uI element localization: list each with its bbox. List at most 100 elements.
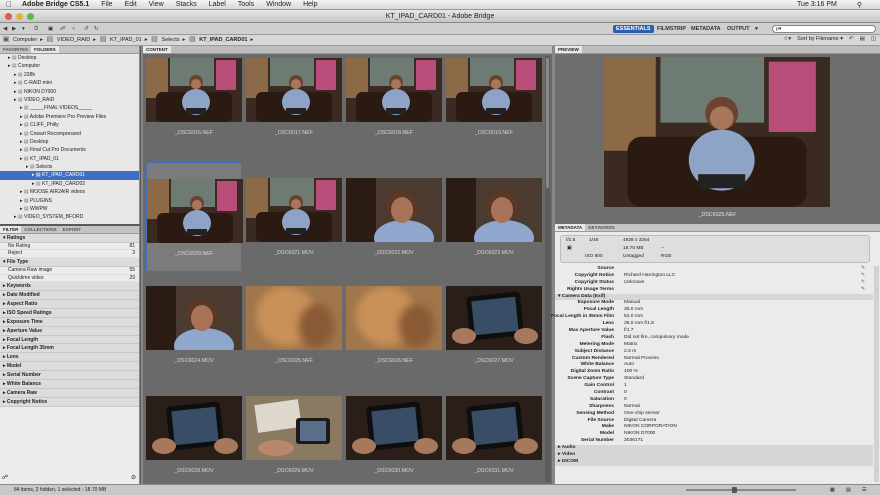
- metadata-section[interactable]: ▸ Video: [555, 452, 873, 459]
- thumbnail-image[interactable]: [246, 396, 342, 460]
- filter-item[interactable]: Camera Raw image 55: [0, 266, 139, 275]
- tab-folders[interactable]: FOLDERS: [31, 46, 59, 53]
- thumbnail-image[interactable]: [146, 286, 242, 350]
- open-in-camera-raw-icon[interactable]: ○: [72, 25, 75, 33]
- thumbnail[interactable]: _DSC6024.MOV: [146, 286, 242, 364]
- thumbnail[interactable]: _DSC6029.MOV: [246, 396, 342, 474]
- tab-keywords[interactable]: KEYWORDS: [585, 224, 618, 231]
- folder-item[interactable]: ▸ ▤ KT_IPAD_CARD02: [0, 180, 139, 188]
- filter-section[interactable]: ▸ Camera Raw: [0, 388, 139, 398]
- edit-pencil-icon[interactable]: ✎: [861, 280, 865, 287]
- refine-icon[interactable]: ☍: [60, 25, 66, 33]
- tab-metadata[interactable]: METADATA: [555, 224, 586, 231]
- thumbnail-image[interactable]: [246, 178, 342, 242]
- thumbnail[interactable]: _DSC6018.NEF: [346, 58, 442, 136]
- minimize-window-button[interactable]: [16, 13, 23, 20]
- search-input[interactable]: ρ▾: [772, 25, 876, 33]
- menu-edit[interactable]: Edit: [125, 1, 137, 8]
- breadcrumb-selects[interactable]: Selects: [161, 37, 179, 43]
- folder-item[interactable]: ▸ ▤ NIKON D7000: [0, 88, 139, 96]
- edit-pencil-icon[interactable]: ✎: [861, 266, 865, 273]
- menu-stacks[interactable]: Stacks: [176, 1, 197, 8]
- clock[interactable]: Tue 3:16 PM: [797, 1, 837, 9]
- filter-section[interactable]: ▸ Copyright Notice: [0, 397, 139, 407]
- thumbnail-image[interactable]: [146, 396, 242, 460]
- thumbnail-image[interactable]: [446, 58, 542, 122]
- forward-icon[interactable]: ▶: [12, 25, 16, 33]
- thumbnail-image[interactable]: [346, 178, 442, 242]
- thumbnail[interactable]: _DSC6031.MOV: [446, 396, 542, 474]
- apple-menu-icon[interactable]: : [6, 0, 12, 9]
- metadata-value[interactable]: Richard Harrington LLC: [624, 273, 675, 280]
- thumbnail[interactable]: _DSC6019.NEF: [446, 58, 542, 136]
- folder-item[interactable]: ▸ ▤ CLIFF_Philly: [0, 121, 139, 129]
- thumbnail[interactable]: _DSC6020.NEF: [146, 162, 243, 272]
- tab-collections[interactable]: COLLECTIONS: [21, 226, 59, 233]
- tab-preview[interactable]: PREVIEW: [555, 46, 582, 53]
- folder-up-icon[interactable]: ▾: [22, 25, 25, 33]
- breadcrumb-kt-ipad-01[interactable]: KT_IPAD_01: [110, 37, 142, 43]
- metadata-section[interactable]: ▸ DICOM: [555, 458, 873, 466]
- menu-file[interactable]: File: [101, 1, 112, 8]
- star-filter-icon[interactable]: ☆▾: [783, 36, 791, 42]
- folder-item[interactable]: ▸ ▤ Desktop: [0, 54, 139, 62]
- metadata-scrollbar[interactable]: [874, 266, 879, 482]
- sort-dropdown[interactable]: Sort by Filename ▾: [797, 36, 843, 42]
- back-icon[interactable]: ◀: [3, 25, 7, 33]
- filter-section-file-type[interactable]: ▾ File Type: [0, 258, 139, 267]
- folder-item[interactable]: ▸ ▤ Final Cut Pro Documents: [0, 146, 139, 154]
- thumbnail[interactable]: _DSC6016.NEF: [146, 58, 242, 136]
- filter-item[interactable]: Reject 3: [0, 250, 139, 259]
- filter-section[interactable]: ▸ ISO Speed Ratings: [0, 308, 139, 318]
- folder-item[interactable]: ▸ ▤ 238b: [0, 71, 139, 79]
- filter-section[interactable]: ▸ Exposure Time: [0, 317, 139, 327]
- thumbnail-image[interactable]: [446, 396, 542, 460]
- workspace-essentials[interactable]: ESSENTIALS: [613, 25, 654, 33]
- thumbnail[interactable]: _DSC6028.MOV: [146, 396, 242, 474]
- folder-item[interactable]: ▸ ▤ WWPW: [0, 205, 139, 213]
- filter-section[interactable]: ▸ Focal Length 35mm: [0, 344, 139, 354]
- metadata-section[interactable]: ▸ Audio: [555, 445, 873, 453]
- thumbnail[interactable]: _DSC6025.NEF: [246, 286, 342, 364]
- filter-section[interactable]: ▸ Model: [0, 362, 139, 372]
- zoom-window-button[interactable]: [27, 13, 34, 20]
- folder-item[interactable]: ▸ ▤ KT_IPAD_01: [0, 155, 139, 163]
- tab-export[interactable]: EXPORT: [60, 226, 85, 233]
- filter-section[interactable]: ▸ Serial Number: [0, 371, 139, 380]
- thumbnail-image[interactable]: [346, 396, 442, 460]
- breadcrumb-kt-ipad-card01[interactable]: KT_IPAD_CARD01: [199, 37, 247, 43]
- undo-icon[interactable]: ↶: [849, 36, 854, 42]
- thumbnail-image[interactable]: [446, 178, 542, 242]
- thumbnail[interactable]: _DSC6021.MOV: [246, 178, 342, 256]
- tab-content[interactable]: CONTENT: [143, 46, 171, 53]
- thumbnail[interactable]: _DSC6026.NEF: [346, 286, 442, 364]
- edit-pencil-icon[interactable]: ✎: [861, 287, 865, 294]
- keep-filter-icon[interactable]: ☍: [2, 474, 8, 481]
- menu-label[interactable]: Label: [209, 1, 226, 8]
- thumbnail[interactable]: _DSC6030.MOV: [346, 396, 442, 474]
- filter-section[interactable]: ▸ Lens: [0, 353, 139, 363]
- edit-pencil-icon[interactable]: ✎: [861, 273, 865, 280]
- recent-icon[interactable]: ⏱: [34, 25, 38, 33]
- rotate-right-icon[interactable]: ↻: [94, 25, 99, 33]
- filter-item[interactable]: No Rating 81: [0, 242, 139, 251]
- folder-item[interactable]: ▸ ▤ PLUGINS: [0, 197, 139, 205]
- filter-section[interactable]: ▸ Aperture Value: [0, 326, 139, 336]
- get-photos-icon[interactable]: ▣: [48, 25, 53, 33]
- delete-icon[interactable]: ◫: [871, 36, 876, 42]
- workspace-output[interactable]: OUTPUT: [724, 25, 753, 33]
- content-scrollbar[interactable]: [545, 56, 550, 482]
- workspace-menu-icon[interactable]: ▾: [752, 25, 761, 33]
- tab-favorites[interactable]: FAVORITES: [0, 46, 31, 53]
- thumbnail-image[interactable]: [146, 58, 242, 122]
- thumbnail-image[interactable]: [246, 286, 342, 350]
- breadcrumb-video-raid[interactable]: VIDEO_RAID: [57, 37, 90, 43]
- clear-filter-icon[interactable]: ⊘: [131, 474, 136, 481]
- thumbnail-image[interactable]: [246, 58, 342, 122]
- app-menu[interactable]: Adobe Bridge CS5.1: [22, 1, 89, 8]
- filter-section[interactable]: ▸ Aspect Ratio: [0, 299, 139, 309]
- filter-section[interactable]: ▸ White Balance: [0, 379, 139, 389]
- spotlight-icon[interactable]: ⚲: [857, 1, 862, 9]
- grid-view-icon[interactable]: ▦: [830, 485, 835, 495]
- preview-image[interactable]: [604, 57, 830, 207]
